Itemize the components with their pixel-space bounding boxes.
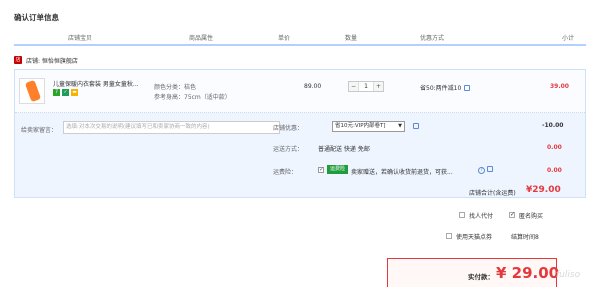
insurance-value: 0.00: [547, 167, 562, 174]
payment-label: 实付款：: [468, 273, 494, 281]
payment-amount: ¥ 29.00: [496, 264, 559, 282]
shop-promo-info-icon[interactable]: [413, 123, 419, 129]
item-subtotal: 39.00: [550, 83, 569, 90]
shop-promo-value: -10.00: [542, 122, 564, 129]
credit-card-icon: ▬: [71, 89, 78, 96]
shop-row: 店 店铺: 恒怡恒旗舰店: [14, 55, 586, 68]
settle-time-label: 结算时间8: [511, 234, 539, 241]
tmall-points-label: 使用天猫点券: [456, 234, 493, 241]
payment-summary: 实付款： ¥ 29.00: [387, 258, 559, 287]
proxy-pay-label: 找人代付: [469, 213, 494, 220]
shop-name-link[interactable]: 店铺: 恒怡恒旗舰店: [26, 56, 78, 65]
anonymous-label: 匿名购买: [519, 213, 544, 220]
shop-promo-select[interactable]: 省10元:VIP内部卷T] ▼: [332, 121, 405, 132]
promotion-info-icon[interactable]: [464, 84, 471, 91]
item-color-attr: 颜色分类：桔色: [154, 84, 197, 91]
order-panel: 儿童保暖内衣套装 男童女童秋... 7 ✓ ▬ 颜色分类：桔色 参考身高：75c…: [14, 69, 586, 198]
insurance-label: 运费险：: [273, 169, 298, 176]
shop-promo-label: 店铺优惠：: [273, 125, 304, 132]
insurance-tag: 运费险: [327, 165, 349, 174]
column-header-subtotal: 小计: [562, 35, 575, 42]
proxy-pay-checkbox[interactable]: [459, 212, 465, 218]
quantity-stepper: − 1 +: [348, 81, 384, 92]
guarantee-icon: ✓: [62, 89, 69, 96]
quantity-increase-button[interactable]: +: [374, 82, 383, 91]
watermark: fuliso: [556, 270, 581, 280]
item-promotion: 省50:两件减10: [420, 83, 471, 92]
column-header-promotion: 优惠方式: [420, 35, 445, 42]
insurance-description: 卖家赠送，若确认收货前退货，可获...: [351, 169, 453, 176]
chevron-down-icon: ▼: [398, 123, 402, 129]
item-title-link[interactable]: 儿童保暖内衣套装 男童女童秋...: [53, 79, 139, 88]
column-header-attributes: 商品属性: [189, 35, 214, 42]
shipping-value: 0.00: [547, 144, 562, 151]
seven-day-return-icon: 7: [53, 89, 60, 96]
item-thumbnail[interactable]: [19, 78, 45, 104]
shipping-method: 普通配送 快递 免邮: [318, 146, 370, 153]
insurance-help-icon[interactable]: ?: [478, 167, 485, 174]
payment-currency: ¥: [496, 264, 507, 282]
quantity-decrease-button[interactable]: −: [349, 82, 358, 91]
item-row: 儿童保暖内衣套装 男童女童秋... 7 ✓ ▬ 颜色分类：桔色 参考身高：75c…: [15, 70, 585, 113]
unit-price: 89.00: [304, 83, 322, 90]
column-header-row: 店铺宝贝 商品属性 单价 数量 优惠方式 小计: [14, 28, 586, 46]
shop-total-value: ¥29.00: [526, 185, 561, 195]
column-header-quantity: 数量: [345, 35, 358, 42]
seller-message-label: 给卖家留言：: [21, 127, 58, 134]
shop-promo-selected: 省10元:VIP内部卷T]: [335, 123, 386, 129]
insurance-info-icon[interactable]: [487, 166, 493, 172]
item-promotion-text: 省50:两件减10: [420, 85, 462, 92]
seller-message-input[interactable]: 选填:对本次交易的说明(建议填写已和卖家协商一致的内容): [63, 121, 280, 134]
quantity-input[interactable]: 1: [358, 82, 374, 91]
shop-total-label: 店铺合计(含运费): [469, 190, 516, 197]
column-header-price: 单价: [278, 35, 291, 42]
payment-amount-value: 29.00: [511, 264, 560, 282]
column-header-item: 店铺宝贝: [68, 35, 93, 42]
tmall-points-checkbox[interactable]: [446, 233, 452, 239]
shop-icon: 店: [14, 56, 22, 64]
insurance-checkbox[interactable]: [318, 166, 324, 173]
shipping-label: 运送方式：: [273, 146, 304, 153]
item-height-attr: 参考身高：75cm（适中款）: [154, 94, 231, 101]
product-image: [24, 79, 42, 103]
page-title: 确认订单信息: [14, 13, 59, 22]
anonymous-checkbox[interactable]: [509, 211, 515, 218]
